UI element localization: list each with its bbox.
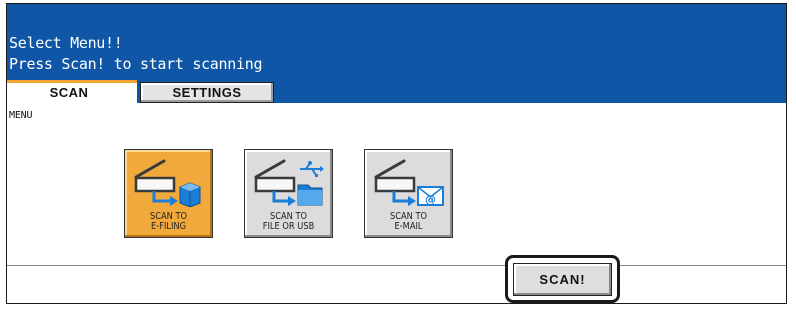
scan-to-efiling-button[interactable]: SCAN TO E-FILING bbox=[124, 149, 213, 238]
scanner-to-efiling-icon bbox=[134, 159, 201, 207]
menu-section-label: MENU bbox=[9, 110, 33, 121]
scan-start-button[interactable]: SCAN! bbox=[513, 263, 612, 296]
tab-settings[interactable]: SETTINGS bbox=[140, 82, 274, 103]
scan-menu-panel: Select Menu!! Press Scan! to start scann… bbox=[6, 3, 787, 304]
svg-text:@: @ bbox=[425, 193, 436, 206]
bottom-divider bbox=[7, 265, 786, 267]
message-line-1: Select Menu!! bbox=[9, 34, 123, 52]
tab-scan[interactable]: SCAN bbox=[7, 80, 137, 106]
scan-to-file-usb-button[interactable]: SCAN TO FILE OR USB bbox=[244, 149, 333, 238]
scanner-to-usb-folder-icon bbox=[254, 159, 324, 206]
message-line-2: Press Scan! to start scanning bbox=[9, 55, 263, 73]
scan-to-email-label: SCAN TO E-MAIL bbox=[389, 211, 428, 232]
scan-to-file-usb-label: SCAN TO FILE OR USB bbox=[262, 211, 315, 232]
scan-to-efiling-label: SCAN TO E-FILING bbox=[149, 211, 188, 232]
scanner-to-email-icon: @ bbox=[374, 159, 444, 206]
scan-to-email-button[interactable]: @ SCAN TO E-MAIL bbox=[364, 149, 453, 238]
